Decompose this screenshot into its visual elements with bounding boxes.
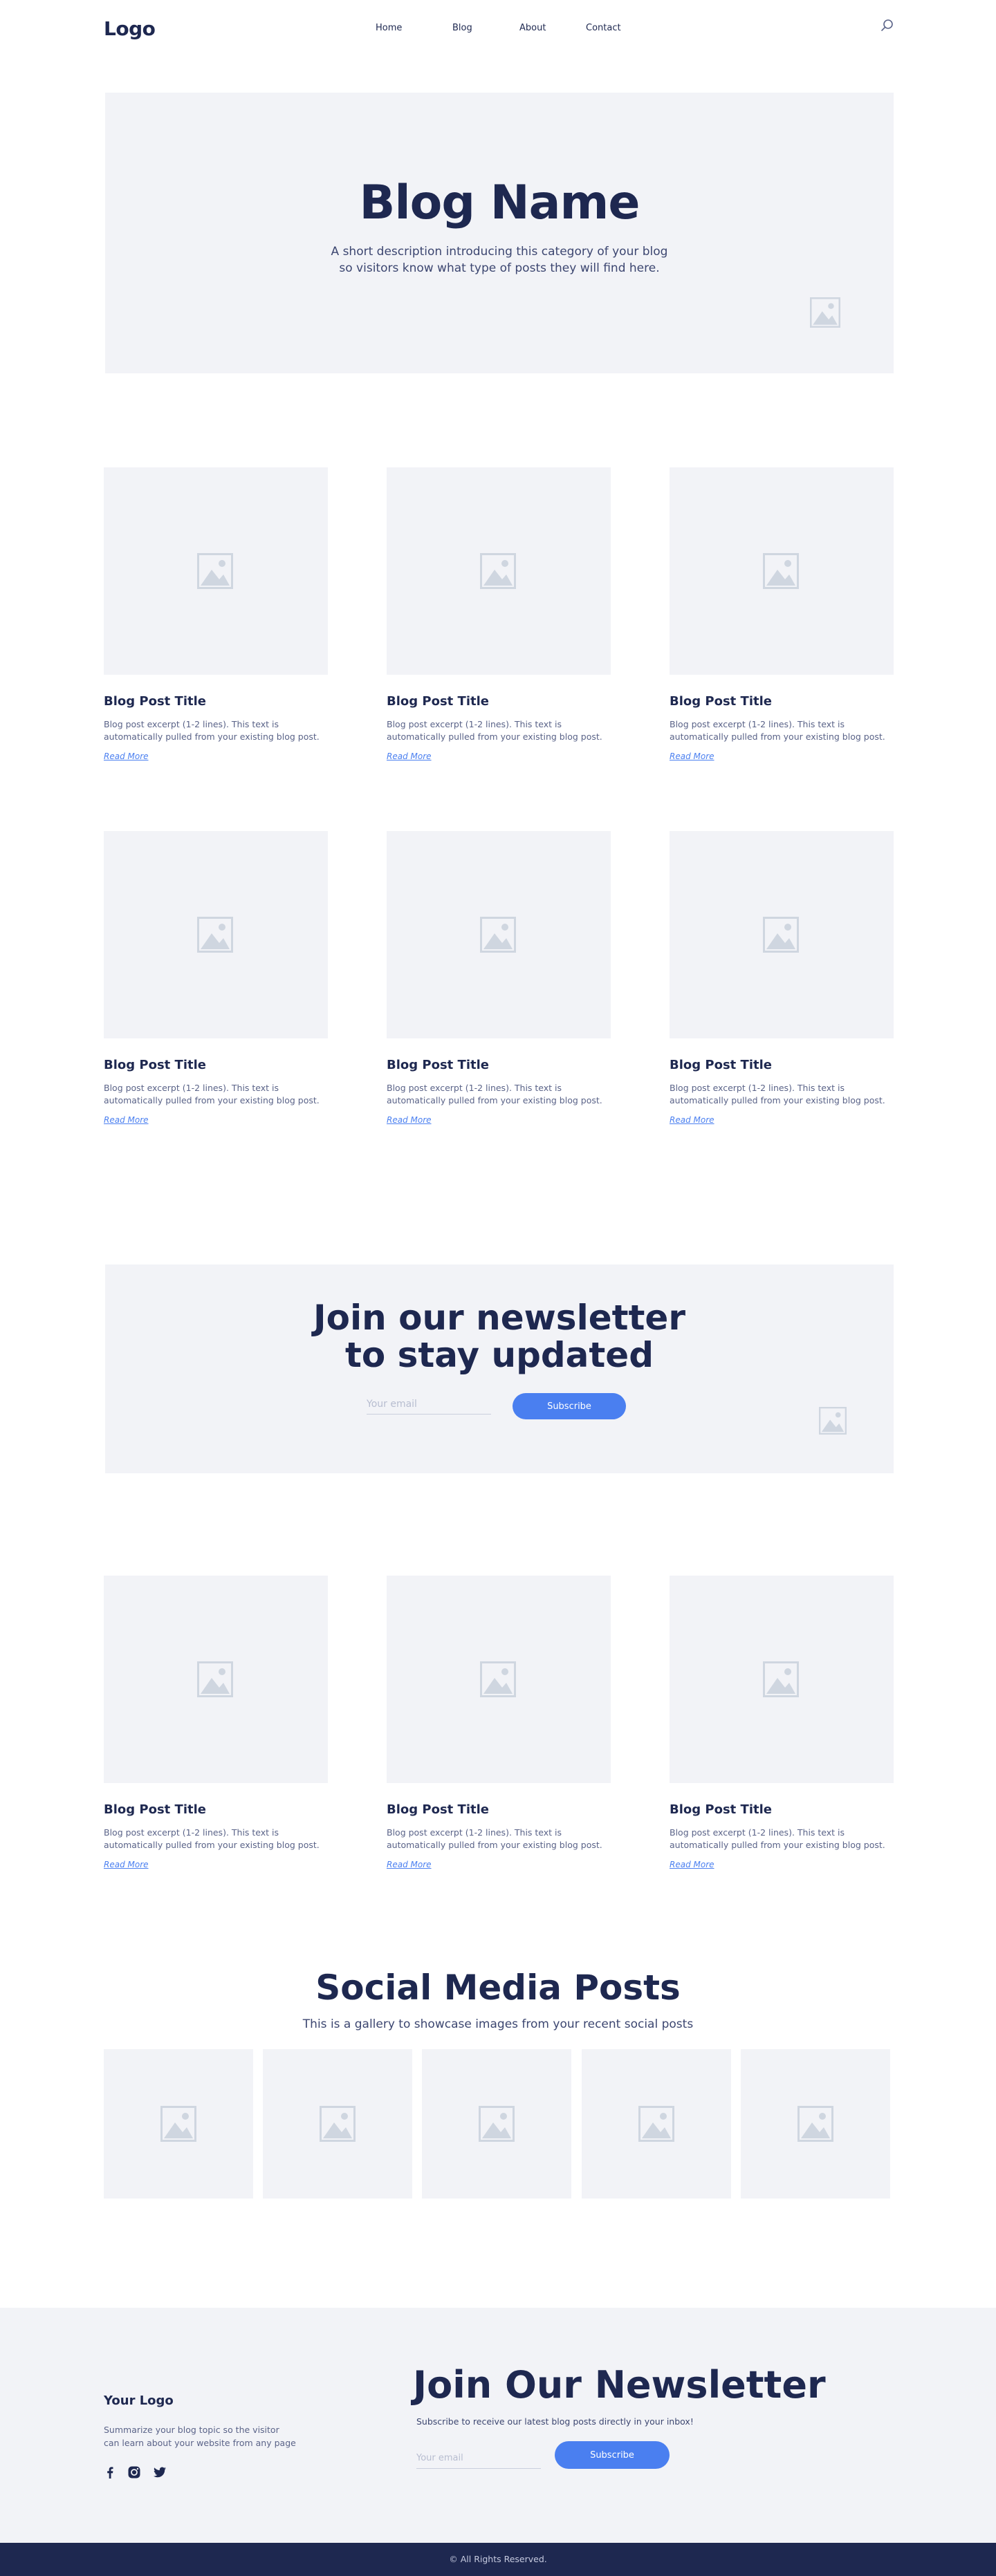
social-section-subtitle: This is a gallery to showcase images fro… (302, 2017, 694, 2031)
post-image[interactable] (104, 1576, 328, 1783)
twitter-icon[interactable] (152, 2465, 167, 2480)
footer-newsletter-title: Join Our Newsletter (413, 2363, 826, 2407)
post-excerpt: Blog post excerpt (1-2 lines). This text… (104, 1083, 320, 1105)
copyright-bar: © All Rights Reserved. (0, 2543, 996, 2576)
post-excerpt: Blog post excerpt (1-2 lines). This text… (670, 1083, 885, 1105)
post-title[interactable]: Blog Post Title (387, 1802, 611, 1817)
post-image[interactable] (387, 1576, 611, 1783)
blog-post-card[interactable]: Blog Post Title Blog post excerpt (1-2 l… (387, 467, 611, 762)
post-image[interactable] (104, 467, 328, 675)
read-more-link[interactable]: Read More (670, 1860, 714, 1869)
image-placeholder-icon (480, 917, 516, 953)
post-title[interactable]: Blog Post Title (670, 694, 894, 709)
post-image[interactable] (104, 831, 328, 1038)
image-placeholder-icon (197, 917, 233, 953)
footer: Your Logo Summarize your blog topic so t… (0, 2308, 996, 2543)
post-image[interactable] (670, 467, 894, 675)
blog-post-card[interactable]: Blog Post Title Blog post excerpt (1-2 l… (104, 467, 328, 762)
page-title: Blog Name (359, 176, 640, 230)
search-icon[interactable] (880, 18, 895, 33)
read-more-link[interactable]: Read More (387, 1115, 432, 1125)
nav-home[interactable]: Home (376, 23, 402, 33)
post-title[interactable]: Blog Post Title (104, 694, 328, 709)
social-post-tile[interactable] (741, 2049, 890, 2199)
post-title[interactable]: Blog Post Title (104, 1058, 328, 1072)
blog-post-card[interactable]: Blog Post Title Blog post excerpt (1-2 l… (670, 467, 894, 762)
copyright-text: © All Rights Reserved. (449, 2554, 547, 2564)
image-placeholder-icon (320, 2106, 356, 2142)
read-more-link[interactable]: Read More (387, 1860, 432, 1869)
post-title[interactable]: Blog Post Title (670, 1058, 894, 1072)
post-excerpt: Blog post excerpt (1-2 lines). This text… (387, 1083, 602, 1105)
facebook-icon[interactable] (102, 2465, 118, 2480)
post-excerpt: Blog post excerpt (1-2 lines). This text… (670, 719, 885, 742)
image-placeholder-icon (197, 1661, 233, 1697)
nav-contact[interactable]: Contact (586, 23, 621, 33)
image-placeholder-icon (480, 1661, 516, 1697)
image-placeholder-icon (819, 1407, 847, 1435)
post-image[interactable] (387, 467, 611, 675)
post-image[interactable] (670, 1576, 894, 1783)
read-more-link[interactable]: Read More (387, 752, 432, 761)
post-excerpt: Blog post excerpt (1-2 lines). This text… (104, 719, 320, 742)
image-placeholder-icon (797, 2106, 833, 2142)
read-more-link[interactable]: Read More (670, 1115, 714, 1125)
hero-description: A short description introducing this cat… (331, 245, 668, 275)
blog-post-card[interactable]: Blog Post Title Blog post excerpt (1-2 l… (670, 1576, 894, 1870)
newsletter-section: Join our newsletter to stay updated Subs… (105, 1264, 894, 1473)
read-more-link[interactable]: Read More (670, 752, 714, 761)
post-title[interactable]: Blog Post Title (104, 1802, 328, 1817)
image-placeholder-icon (197, 553, 233, 589)
post-image[interactable] (387, 831, 611, 1038)
post-excerpt: Blog post excerpt (1-2 lines). This text… (670, 1827, 885, 1850)
image-placeholder-icon (638, 2106, 674, 2142)
blog-post-card[interactable]: Blog Post Title Blog post excerpt (1-2 l… (387, 831, 611, 1126)
post-image[interactable] (670, 831, 894, 1038)
blog-post-card[interactable]: Blog Post Title Blog post excerpt (1-2 l… (104, 1576, 328, 1870)
nav-blog[interactable]: Blog (452, 23, 472, 33)
blog-post-card[interactable]: Blog Post Title Blog post excerpt (1-2 l… (670, 831, 894, 1126)
image-placeholder-icon (763, 1661, 799, 1697)
post-excerpt: Blog post excerpt (1-2 lines). This text… (104, 1827, 320, 1850)
image-placeholder-icon (763, 553, 799, 589)
image-placeholder-icon (160, 2106, 196, 2142)
subscribe-button[interactable]: Subscribe (513, 1393, 626, 1419)
social-post-tile[interactable] (263, 2049, 412, 2199)
image-placeholder-icon (763, 917, 799, 953)
post-excerpt: Blog post excerpt (1-2 lines). This text… (387, 719, 602, 742)
footer-newsletter-subtitle: Subscribe to receive our latest blog pos… (416, 2416, 694, 2427)
footer-subscribe-button[interactable]: Subscribe (555, 2441, 670, 2469)
social-section-title: Social Media Posts (315, 1968, 681, 2008)
post-excerpt: Blog post excerpt (1-2 lines). This text… (387, 1827, 602, 1850)
blog-post-card[interactable]: Blog Post Title Blog post excerpt (1-2 l… (387, 1576, 611, 1870)
nav-about[interactable]: About (519, 23, 546, 33)
image-placeholder-icon (810, 297, 840, 328)
newsletter-title-line: to stay updated (344, 1335, 654, 1375)
social-post-tile[interactable] (422, 2049, 571, 2199)
social-post-tile[interactable] (582, 2049, 731, 2199)
newsletter-title: Join our newsletter to stay updated (105, 1299, 894, 1374)
hero-banner: Blog Name A short description introducin… (105, 93, 894, 373)
instagram-icon[interactable] (127, 2465, 142, 2480)
newsletter-title-line: Join our newsletter (313, 1298, 685, 1338)
site-logo[interactable]: Logo (104, 17, 156, 40)
post-title[interactable]: Blog Post Title (387, 694, 611, 709)
post-title[interactable]: Blog Post Title (670, 1802, 894, 1817)
social-post-tile[interactable] (104, 2049, 253, 2199)
image-placeholder-icon (479, 2106, 515, 2142)
footer-email-field[interactable] (416, 2448, 541, 2469)
footer-logo[interactable]: Your Logo (104, 2393, 174, 2408)
read-more-link[interactable]: Read More (104, 1860, 149, 1869)
image-placeholder-icon (480, 553, 516, 589)
email-field[interactable] (367, 1394, 491, 1415)
read-more-link[interactable]: Read More (104, 752, 149, 761)
blog-post-card[interactable]: Blog Post Title Blog post excerpt (1-2 l… (104, 831, 328, 1126)
post-title[interactable]: Blog Post Title (387, 1058, 611, 1072)
read-more-link[interactable]: Read More (104, 1115, 149, 1125)
footer-description: Summarize your blog topic so the visitor… (104, 2425, 296, 2448)
